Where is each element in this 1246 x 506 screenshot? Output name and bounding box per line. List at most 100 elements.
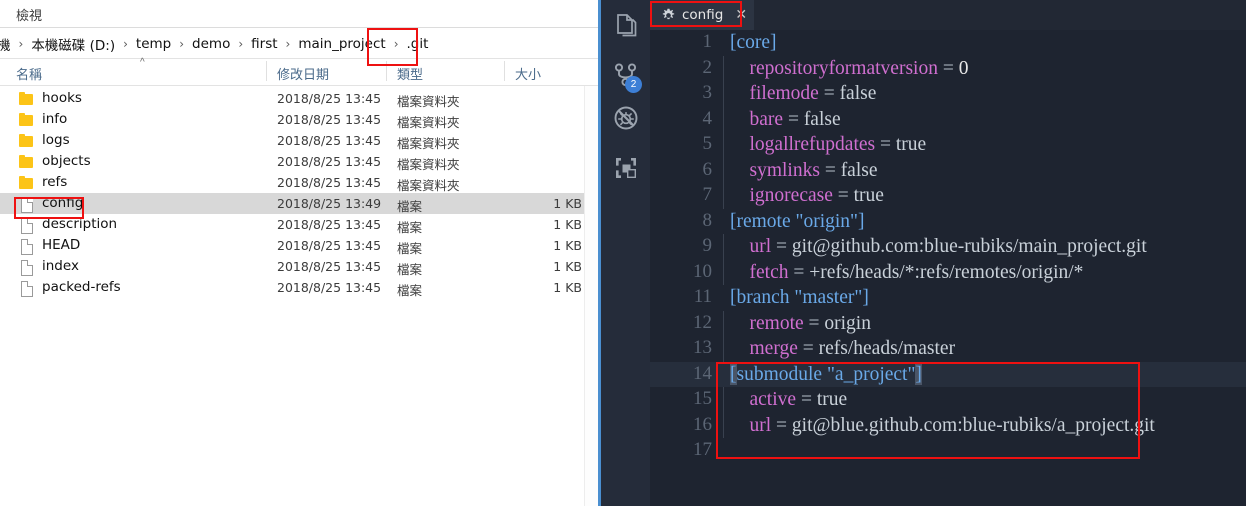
- file-list-row[interactable]: refs 2018/8/25 13:45 檔案資料夾: [0, 172, 584, 193]
- code-token: =: [819, 159, 841, 181]
- code-line[interactable]: 6 symlinks = false: [650, 157, 1246, 183]
- breadcrumb-item[interactable]: first: [248, 34, 280, 54]
- address-bar-breadcrumb[interactable]: 機 › 本機磁碟 (D:) › temp › demo › first › main_project…: [0, 29, 598, 59]
- code-line[interactable]: 11 [branch "master"]: [650, 285, 1246, 311]
- code-token: =: [783, 108, 804, 130]
- indent-guide: [723, 55, 724, 81]
- code-line[interactable]: 5 logallrefupdates = true: [650, 132, 1246, 158]
- code-line[interactable]: 1 [core]: [650, 30, 1246, 56]
- file-date-cell: 2018/8/25 13:45: [277, 91, 382, 106]
- line-number: 9: [702, 235, 713, 256]
- file-date-cell: 2018/8/25 13:45: [277, 280, 382, 295]
- activity-bar-item-explorer[interactable]: [601, 4, 650, 53]
- file-list-row[interactable]: config 2018/8/25 13:49 檔案 1 KB: [0, 193, 584, 214]
- screenshot-root: 檢視 機 › 本機磁碟 (D:) › temp › demo › first › main_proj…: [0, 0, 1246, 506]
- activity-bar-item-run-debug[interactable]: [601, 96, 650, 145]
- file-type-cell: 檔案資料夾: [397, 157, 460, 172]
- ribbon-tab-view[interactable]: 檢視: [16, 5, 42, 24]
- file-name-cell: description: [42, 216, 118, 232]
- line-number: 2: [702, 56, 713, 78]
- breadcrumb-item[interactable]: demo: [189, 34, 233, 54]
- file-icon: [19, 238, 34, 255]
- activity-bar-item-extensions[interactable]: [601, 146, 650, 195]
- breadcrumb-item[interactable]: .git: [404, 34, 432, 54]
- breadcrumb-item[interactable]: temp: [133, 34, 174, 54]
- code-line[interactable]: 13 merge = refs/heads/master: [650, 336, 1246, 362]
- column-header-name[interactable]: 名稱: [16, 64, 42, 86]
- file-list-row[interactable]: info 2018/8/25 13:45 檔案資料夾: [0, 109, 584, 130]
- code-token: false: [840, 159, 878, 181]
- code-token: true: [895, 134, 927, 155]
- breadcrumb-item[interactable]: main_project: [295, 34, 388, 54]
- file-list-row[interactable]: logs 2018/8/25 13:45 檔案資料夾: [0, 130, 584, 151]
- activity-bar-item-source-control[interactable]: 2: [601, 53, 650, 102]
- column-header-type[interactable]: 類型: [386, 61, 423, 86]
- file-type-cell: 檔案資料夾: [397, 178, 460, 193]
- file-list-row[interactable]: HEAD 2018/8/25 13:45 檔案 1 KB: [0, 235, 584, 256]
- code-line[interactable]: 12 remote = origin: [650, 310, 1246, 336]
- file-name-cell: info: [42, 111, 68, 127]
- file-list-row[interactable]: index 2018/8/25 13:45 檔案 1 KB: [0, 256, 584, 277]
- file-name-cell: packed-refs: [42, 279, 121, 295]
- ribbon-tab-bar: 檢視: [0, 0, 598, 28]
- code-line[interactable]: 10 fetch = +refs/heads/*:refs/remotes/or…: [650, 259, 1246, 285]
- code-line[interactable]: 16 url = git@blue.github.com:blue-rubiks…: [650, 412, 1246, 438]
- code-editor[interactable]: 1 [core] 2 repositoryformatversion = 03 fi…: [650, 30, 1246, 506]
- explorer-files-icon: [614, 13, 638, 44]
- code-line[interactable]: 14 [submodule "a_project"]: [650, 361, 1246, 387]
- code-line[interactable]: 2 repositoryformatversion = 0: [650, 55, 1246, 81]
- code-line-text: ignorecase = true: [730, 183, 884, 209]
- file-name-cell: index: [42, 258, 79, 274]
- file-icon: [19, 259, 34, 276]
- column-divider: [386, 61, 387, 81]
- breadcrumb-separator-icon[interactable]: ›: [14, 37, 29, 51]
- file-icon: [19, 217, 34, 234]
- file-type-cell: 檔案: [397, 262, 423, 277]
- breadcrumb-separator-icon[interactable]: ›: [118, 37, 133, 51]
- indent-guide: [723, 259, 724, 285]
- line-number: 13: [693, 337, 712, 358]
- code-line[interactable]: 4 bare = false: [650, 106, 1246, 132]
- file-type-cell: 檔案: [397, 220, 423, 235]
- breadcrumb-separator-icon[interactable]: ›: [389, 37, 404, 51]
- editor-tab-config[interactable]: config ✕: [650, 0, 755, 30]
- explorer-scrollbar[interactable]: [584, 86, 598, 506]
- line-number: 15: [693, 388, 712, 409]
- breadcrumb-item[interactable]: 本機磁碟 (D:): [28, 32, 118, 56]
- file-list-row[interactable]: hooks 2018/8/25 13:45 檔案資料夾: [0, 88, 584, 109]
- breadcrumb-separator-icon[interactable]: ›: [174, 37, 189, 51]
- file-size-cell: 1 KB: [553, 238, 582, 253]
- file-list-row[interactable]: packed-refs 2018/8/25 13:45 檔案 1 KB: [0, 277, 584, 298]
- code-line[interactable]: 7 ignorecase = true: [650, 183, 1246, 209]
- code-token: [remote "origin"]: [730, 210, 865, 232]
- code-token: =: [803, 312, 825, 334]
- code-line[interactable]: 17: [650, 438, 1246, 464]
- code-token: git@blue.github.com:blue-rubiks/a_projec…: [791, 414, 1155, 436]
- code-token: fetch: [730, 261, 789, 283]
- line-number: 10: [693, 260, 712, 282]
- file-list-row[interactable]: objects 2018/8/25 13:45 檔案資料夾: [0, 151, 584, 172]
- code-line[interactable]: 8 [remote "origin"]: [650, 209, 1246, 235]
- file-list-row[interactable]: description 2018/8/25 13:45 檔案 1 KB: [0, 214, 584, 235]
- code-token: =: [797, 338, 819, 359]
- close-icon[interactable]: ✕: [735, 8, 747, 22]
- column-header-date-modified[interactable]: 修改日期: [266, 61, 329, 86]
- breadcrumb-separator-icon[interactable]: ›: [233, 37, 248, 51]
- code-token: =: [875, 134, 896, 155]
- file-list[interactable]: hooks 2018/8/25 13:45 檔案資料夾 info 2018/8/25 1…: [0, 88, 598, 506]
- code-token: ignorecase: [730, 185, 833, 206]
- code-line-text: url = git@github.com:blue-rubiks/main_pr…: [730, 234, 1147, 260]
- code-line[interactable]: 9 url = git@github.com:blue-rubiks/main_…: [650, 234, 1246, 260]
- code-line[interactable]: 15 active = true: [650, 387, 1246, 413]
- code-line[interactable]: 3 filemode = false: [650, 81, 1246, 107]
- line-number: 4: [702, 107, 713, 129]
- line-number: 5: [702, 133, 713, 154]
- file-date-cell: 2018/8/25 13:45: [277, 217, 382, 232]
- run-debug-icon: [613, 105, 639, 136]
- breadcrumb-separator-icon[interactable]: ›: [281, 37, 296, 51]
- breadcrumb-item[interactable]: 機: [0, 32, 14, 56]
- column-header-size[interactable]: 大小: [504, 61, 541, 86]
- file-icon: [19, 196, 34, 213]
- code-line-text: merge = refs/heads/master: [730, 336, 956, 362]
- code-token: active: [730, 389, 797, 410]
